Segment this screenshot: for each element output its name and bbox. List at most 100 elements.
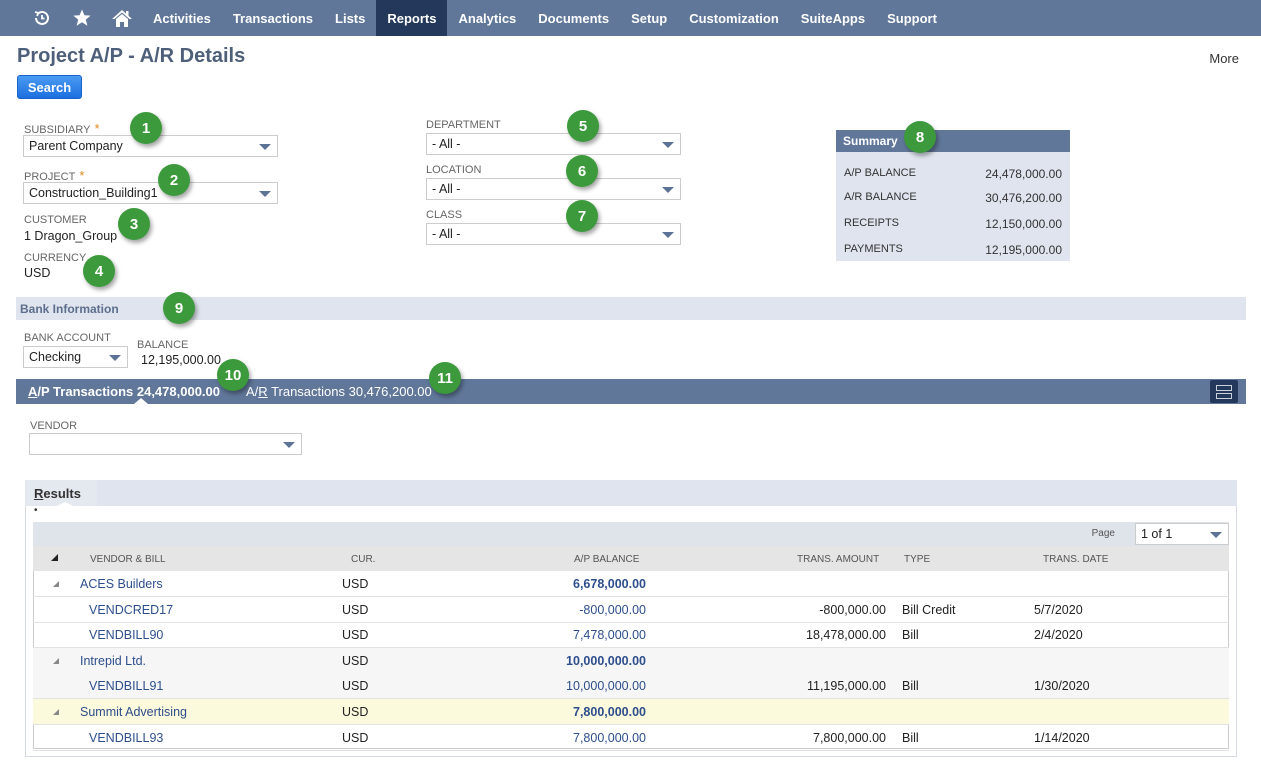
currency-cell: USD — [342, 653, 369, 668]
ap-balance-cell: 10,000,000.00 — [566, 653, 646, 668]
expand-collapse-icon[interactable] — [53, 657, 59, 664]
summary-value: 24,478,000.00 — [985, 167, 1062, 181]
nav-setup[interactable]: Setup — [620, 0, 678, 36]
tab-ar-prefix: A/ — [246, 384, 259, 399]
bank-account-select[interactable]: Checking — [23, 346, 128, 368]
required-marker: * — [94, 121, 100, 136]
callout-badge: 4 — [83, 255, 115, 287]
results-label: esults — [43, 486, 81, 501]
favorites-star-icon[interactable] — [62, 0, 102, 36]
trans-amount-cell: 18,478,000.00 — [806, 628, 886, 643]
project-select[interactable]: Construction_Building1 — [23, 182, 278, 204]
col-trans-date[interactable]: TRANS. DATE — [1043, 554, 1108, 565]
col-type[interactable]: TYPE — [904, 554, 930, 565]
bill-link[interactable]: VENDBILL91 — [89, 679, 163, 693]
more-menu[interactable]: More — [1209, 51, 1239, 66]
nav-analytics[interactable]: Analytics — [447, 0, 527, 36]
location-select[interactable]: - All - — [426, 178, 681, 200]
results-dot: • — [34, 505, 38, 516]
nav-transactions[interactable]: Transactions — [222, 0, 324, 36]
table-group-row: ACES Builders USD 6,678,000.00 — [33, 571, 1229, 597]
vendor-link[interactable]: Summit Advertising — [80, 705, 187, 719]
summary-panel: Summary A/P BALANCE 24,478,000.00 A/R BAL… — [836, 130, 1070, 261]
nav-suiteapps[interactable]: SuiteApps — [790, 0, 876, 36]
tab-ar-transactions[interactable]: A/R Transactions 30,476,200.00 — [246, 384, 432, 399]
table-row: VENDBILL93 USD 7,800,000.00 7,800,000.00 Bil… — [33, 725, 1229, 751]
nav-lists[interactable]: Lists — [324, 0, 376, 36]
department-value: - All - — [432, 137, 461, 151]
page-title: Project A/P - A/R Details — [17, 45, 246, 67]
home-icon[interactable] — [102, 0, 142, 36]
table-header: VENDOR & BILL CUR. A/P BALANCE TRANS. AM… — [33, 546, 1229, 571]
nav-documents[interactable]: Documents — [527, 0, 620, 36]
table-group-row: Intrepid Ltd. USD 10,000,000.00 — [33, 647, 1229, 674]
summary-value: 12,195,000.00 — [985, 243, 1062, 257]
department-select[interactable]: - All - — [426, 133, 681, 155]
vendor-link[interactable]: ACES Builders — [80, 577, 163, 591]
bill-link[interactable]: VENDBILL93 — [89, 731, 163, 745]
chevron-down-icon — [662, 142, 674, 148]
ap-balance-cell: 10,000,000.00 — [566, 679, 646, 694]
page-label: Page — [1091, 528, 1115, 539]
currency-cell: USD — [342, 730, 369, 745]
active-tab-pointer — [57, 502, 73, 506]
currency-cell: USD — [342, 705, 369, 719]
class-value: - All - — [432, 227, 461, 241]
top-navigation: Activities Transactions Lists Reports An… — [0, 0, 1261, 36]
table-row: VENDBILL90 USD 7,478,000.00 18,478,000.00 Bi… — [33, 622, 1229, 649]
chevron-down-icon — [109, 355, 121, 361]
currency-cell: USD — [342, 577, 369, 591]
chevron-down-icon — [259, 144, 271, 150]
currency-label: CURRENCY — [24, 252, 87, 264]
nav-reports[interactable]: Reports — [376, 0, 448, 36]
recent-icon[interactable] — [22, 0, 62, 36]
summary-value: 30,476,200.00 — [985, 191, 1062, 205]
summary-value: 12,150,000.00 — [985, 217, 1062, 231]
callout-badge: 5 — [567, 110, 599, 142]
customer-label: CUSTOMER — [24, 214, 87, 226]
class-select[interactable]: - All - — [426, 223, 681, 245]
summary-row-ar-balance: A/R BALANCE 30,476,200.00 — [844, 191, 1062, 205]
chevron-down-icon — [1210, 532, 1222, 538]
table-row: VENDBILL91 USD 10,000,000.00 11,195,000.00 B… — [33, 673, 1229, 700]
summary-label: RECEIPTS — [844, 217, 900, 229]
type-cell: Bill — [902, 628, 919, 643]
vendor-select[interactable] — [29, 433, 302, 455]
bill-link[interactable]: VENDCRED17 — [89, 603, 173, 617]
type-cell: Bill Credit — [902, 602, 956, 617]
balance-label: BALANCE — [137, 339, 189, 351]
expand-collapse-icon[interactable] — [53, 581, 59, 587]
tab-ar-label: Transactions 30,476,200.00 — [267, 384, 432, 399]
table-row: VENDCRED17 USD -800,000.00 -800,000.00 Bill … — [33, 597, 1229, 623]
nav-activities[interactable]: Activities — [142, 0, 222, 36]
type-cell: Bill — [902, 730, 919, 745]
col-trans-amount[interactable]: TRANS. AMOUNT — [797, 554, 879, 565]
search-button[interactable]: Search — [17, 75, 82, 99]
trans-amount-cell: 11,195,000.00 — [806, 679, 886, 694]
layout-toggle-icon[interactable] — [1210, 380, 1238, 403]
col-ap-balance[interactable]: A/P BALANCE — [574, 554, 639, 565]
tab-ap-accesskey: A — [28, 384, 38, 399]
callout-badge: 6 — [566, 155, 598, 187]
pager-bar: Page 1 of 1 — [33, 522, 1229, 546]
required-marker: * — [79, 168, 85, 183]
nav-customization[interactable]: Customization — [678, 0, 790, 36]
trans-amount-cell: -800,000.00 — [819, 602, 886, 617]
vendor-link[interactable]: Intrepid Ltd. — [80, 654, 146, 668]
trans-date-cell: 5/7/2020 — [1034, 602, 1083, 617]
col-vendor-bill[interactable]: VENDOR & BILL — [90, 554, 166, 565]
bank-information-header[interactable]: Bank Information — [16, 297, 1246, 320]
transactions-tab-bar: A/P Transactions 24,478,000.00 A/R Trans… — [16, 379, 1246, 404]
trans-amount-cell: 7,800,000.00 — [813, 730, 886, 745]
page-select[interactable]: 1 of 1 — [1135, 523, 1229, 545]
bill-link[interactable]: VENDBILL90 — [89, 628, 163, 642]
collapse-all-icon[interactable] — [51, 554, 58, 561]
subsidiary-label: SUBSIDIARY * — [24, 121, 100, 136]
project-value: Construction_Building1 — [29, 186, 158, 200]
summary-label: A/P BALANCE — [844, 167, 916, 179]
class-label: CLASS — [426, 209, 463, 221]
col-currency[interactable]: CUR. — [351, 554, 375, 565]
nav-support[interactable]: Support — [876, 0, 948, 36]
expand-collapse-icon[interactable] — [53, 709, 59, 715]
tab-ap-transactions[interactable]: A/P Transactions 24,478,000.00 — [28, 384, 220, 399]
